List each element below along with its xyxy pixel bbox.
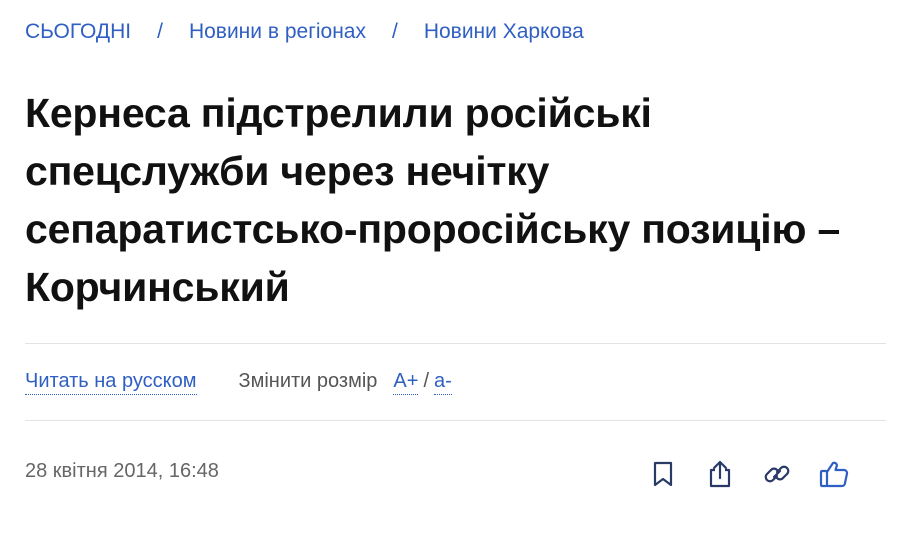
article-tools: Читать на русском Змінити розмір А+ / а- — [25, 370, 452, 395]
breadcrumb-separator: / — [391, 20, 398, 43]
breadcrumb-item-today[interactable]: СЬОГОДНІ — [25, 20, 131, 44]
link-icon — [764, 465, 790, 483]
article-actions — [646, 457, 851, 491]
resize-separator: / — [423, 370, 429, 392]
divider — [25, 343, 886, 344]
like-button[interactable] — [817, 457, 851, 491]
font-decrease-button[interactable]: а- — [434, 370, 452, 395]
breadcrumb-separator: / — [157, 20, 163, 43]
font-increase-button[interactable]: А+ — [393, 370, 419, 395]
share-button[interactable] — [703, 457, 737, 491]
breadcrumb-item-kharkiv-news[interactable]: Новини Харкова — [424, 20, 584, 44]
breadcrumb: СЬОГОДНІ / Новини в регіонах / Новини Ха… — [25, 20, 584, 44]
bookmark-button[interactable] — [646, 457, 680, 491]
divider — [25, 420, 886, 421]
publish-date: 28 квітня 2014, 16:48 — [25, 460, 219, 482]
breadcrumb-item-regional-news[interactable]: Новини в регіонах — [189, 20, 366, 44]
read-in-russian-link[interactable]: Читать на русском — [25, 370, 197, 395]
resize-label: Змінити розмір — [238, 370, 378, 392]
share-icon — [709, 460, 731, 488]
bookmark-icon — [653, 461, 673, 487]
copy-link-button[interactable] — [760, 457, 794, 491]
article-title: Кернеса підстрелили російські спецслужби… — [25, 90, 841, 310]
like-icon — [819, 461, 849, 488]
